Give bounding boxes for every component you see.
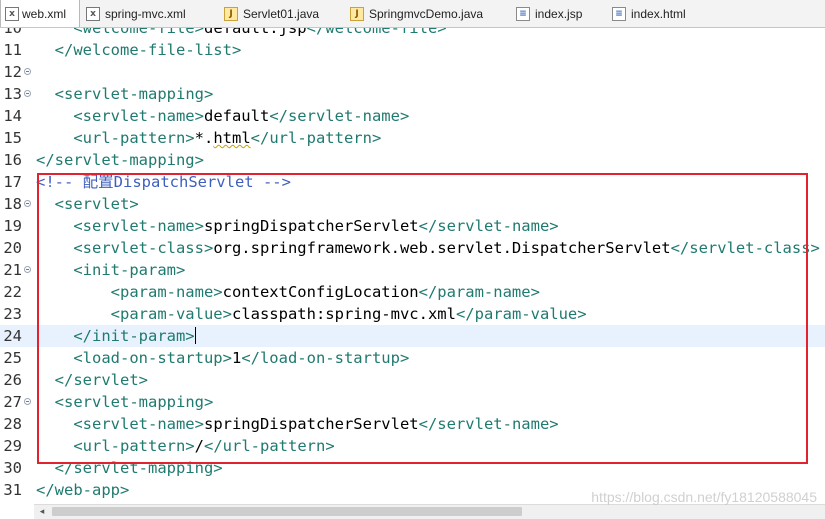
code-text: </servlet> xyxy=(54,371,148,389)
watermark: https://blog.csdn.net/fy18120588045 xyxy=(591,489,817,505)
tab-label: web.xml xyxy=(22,6,67,21)
xml-file-icon: x xyxy=(86,7,100,21)
java-file-icon: J xyxy=(224,7,238,21)
code-text: <url-pattern>*.html</url-pattern> xyxy=(73,129,382,147)
xml-file-icon: x xyxy=(5,6,19,21)
code-line[interactable]: 22 <param-name>contextConfigLocation</pa… xyxy=(0,281,825,303)
line-number: 29 xyxy=(3,437,22,455)
line-number: 18 xyxy=(3,195,22,213)
code-line[interactable]: 24 </init-param> xyxy=(0,325,825,347)
code-line[interactable]: 29 <url-pattern>/</url-pattern> xyxy=(0,435,825,457)
code-text: <servlet-name>default</servlet-name> xyxy=(73,107,410,125)
tab-label: Servlet01.java xyxy=(243,7,320,21)
code-text: </init-param> xyxy=(73,327,196,345)
tab-spring-mvc-xml[interactable]: x spring-mvc.xml xyxy=(80,1,218,27)
line-number: 12 xyxy=(3,63,22,81)
tab-index-html[interactable]: ≡ index.html xyxy=(606,1,706,27)
code-text: <servlet-mapping> xyxy=(54,85,214,103)
line-number: 16 xyxy=(3,151,22,169)
code-text: <init-param> xyxy=(73,261,186,279)
fold-toggle-icon[interactable] xyxy=(24,266,31,273)
tab-web-xml[interactable]: x web.xml xyxy=(0,0,80,27)
tab-label: index.html xyxy=(631,7,686,21)
line-number: 23 xyxy=(3,305,22,323)
fold-toggle-icon[interactable] xyxy=(24,200,31,207)
code-line[interactable]: 15 <url-pattern>*.html</url-pattern> xyxy=(0,127,825,149)
line-number: 11 xyxy=(3,41,22,59)
code-text: <servlet> xyxy=(54,195,139,213)
code-line[interactable]: 12 xyxy=(0,61,825,83)
code-text: </servlet-mapping> xyxy=(36,151,204,169)
code-text: <welcome-file>default.jsp</welcome-file> xyxy=(73,28,447,37)
code-line[interactable]: 10 <welcome-file>default.jsp</welcome-fi… xyxy=(0,28,825,39)
code-line[interactable]: 23 <param-value>classpath:spring-mvc.xml… xyxy=(0,303,825,325)
line-number: 30 xyxy=(3,459,22,477)
code-text: </web-app> xyxy=(36,481,130,499)
tab-servlet01-java[interactable]: J Servlet01.java xyxy=(218,1,344,27)
line-number: 13 xyxy=(3,85,22,103)
scroll-left-arrow-icon[interactable]: ◂ xyxy=(36,506,48,518)
line-number: 24 xyxy=(3,327,22,345)
html-file-icon: ≡ xyxy=(612,7,626,21)
gutter-corner xyxy=(0,504,34,519)
java-file-icon: J xyxy=(350,7,364,21)
line-number: 26 xyxy=(3,371,22,389)
horizontal-scrollbar[interactable]: ◂ xyxy=(34,504,825,519)
line-number: 14 xyxy=(3,107,22,125)
code-line[interactable]: 21 <init-param> xyxy=(0,259,825,281)
editor-tab-bar: x web.xml x spring-mvc.xml J Servlet01.java J S… xyxy=(0,0,825,28)
jsp-file-icon: ≡ xyxy=(516,7,530,21)
code-editor[interactable]: 10 <welcome-file>default.jsp</welcome-fi… xyxy=(0,28,825,504)
line-number: 28 xyxy=(3,415,22,433)
tab-index-jsp[interactable]: ≡ index.jsp xyxy=(510,1,606,27)
code-line[interactable]: 18 <servlet> xyxy=(0,193,825,215)
line-number: 31 xyxy=(3,481,22,499)
code-text: <servlet-mapping> xyxy=(54,393,214,411)
line-number: 25 xyxy=(3,349,22,367)
line-number: 19 xyxy=(3,217,22,235)
tab-springmvcdemo-java[interactable]: J SpringmvcDemo.java xyxy=(344,1,510,27)
tab-label: spring-mvc.xml xyxy=(105,7,186,21)
tab-label: index.jsp xyxy=(535,7,583,21)
code-line[interactable]: 19 <servlet-name>springDispatcherServlet… xyxy=(0,215,825,237)
code-line[interactable]: 20 <servlet-class>org.springframework.we… xyxy=(0,237,825,259)
text-caret xyxy=(194,327,196,344)
fold-toggle-icon[interactable] xyxy=(24,398,31,405)
code-line[interactable]: 25 <load-on-startup>1</load-on-startup> xyxy=(0,347,825,369)
code-text: <param-name>contextConfigLocation</param… xyxy=(110,283,540,301)
code-line[interactable]: 28 <servlet-name>springDispatcherServlet… xyxy=(0,413,825,435)
code-line[interactable]: 14 <servlet-name>default</servlet-name> xyxy=(0,105,825,127)
code-text: </servlet-mapping> xyxy=(54,459,223,477)
code-line[interactable]: 13 <servlet-mapping> xyxy=(0,83,825,105)
line-number: 22 xyxy=(3,283,22,301)
scrollbar-thumb[interactable] xyxy=(52,507,522,516)
code-text: <url-pattern>/</url-pattern> xyxy=(73,437,335,455)
line-number: 20 xyxy=(3,239,22,257)
code-text: <servlet-name>springDispatcherServlet</s… xyxy=(73,415,559,433)
code-line[interactable]: 27 <servlet-mapping> xyxy=(0,391,825,413)
fold-toggle-icon[interactable] xyxy=(24,68,31,75)
line-number: 27 xyxy=(3,393,22,411)
code-text: <!-- 配置DispatchServlet --> xyxy=(36,173,291,191)
code-text: <param-value>classpath:spring-mvc.xml</p… xyxy=(110,305,587,323)
code-line[interactable]: 26 </servlet> xyxy=(0,369,825,391)
tab-label: SpringmvcDemo.java xyxy=(369,7,484,21)
code-line[interactable]: 17 <!-- 配置DispatchServlet --> xyxy=(0,171,825,193)
code-line[interactable]: 30 </servlet-mapping> xyxy=(0,457,825,479)
code-text: <load-on-startup>1</load-on-startup> xyxy=(73,349,410,367)
line-number: 10 xyxy=(3,28,22,37)
line-number: 15 xyxy=(3,129,22,147)
fold-toggle-icon[interactable] xyxy=(24,90,31,97)
code-line[interactable]: 16 </servlet-mapping> xyxy=(0,149,825,171)
code-text: </welcome-file-list> xyxy=(54,41,242,59)
line-number: 17 xyxy=(3,173,22,191)
code-line[interactable]: 11 </welcome-file-list> xyxy=(0,39,825,61)
line-number: 21 xyxy=(3,261,22,279)
code-text: <servlet-name>springDispatcherServlet</s… xyxy=(73,217,559,235)
code-text: <servlet-class>org.springframework.web.s… xyxy=(73,239,820,257)
